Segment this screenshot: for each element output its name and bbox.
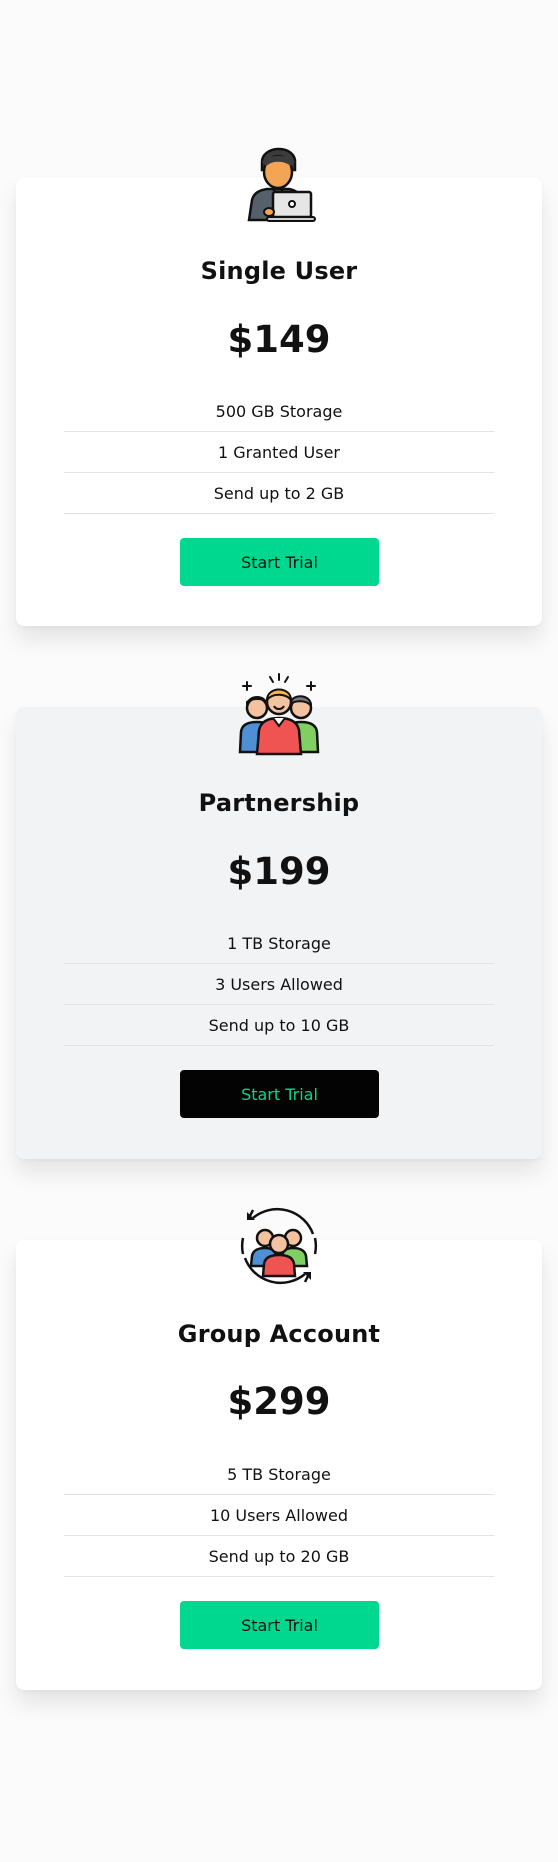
- plan-price: $149: [227, 318, 331, 361]
- feature-list: 500 GB Storage 1 Granted User Send up to…: [64, 391, 494, 514]
- plan-price: $299: [227, 1380, 331, 1423]
- group-cycle-icon: [237, 1204, 321, 1288]
- feature-item: 500 GB Storage: [64, 391, 494, 432]
- feature-item: 1 Granted User: [64, 432, 494, 473]
- feature-list: 1 TB Storage 3 Users Allowed Send up to …: [64, 923, 494, 1046]
- start-trial-button[interactable]: Start Trial: [180, 538, 379, 586]
- feature-item: 5 TB Storage: [64, 1454, 494, 1495]
- feature-item: 10 Users Allowed: [64, 1495, 494, 1536]
- feature-list: 5 TB Storage 10 Users Allowed Send up to…: [64, 1454, 494, 1577]
- plan-title: Partnership: [198, 789, 360, 817]
- plan-title: Single User: [200, 257, 358, 285]
- feature-item: 1 TB Storage: [64, 923, 494, 964]
- feature-item: Send up to 10 GB: [64, 1005, 494, 1046]
- start-trial-button[interactable]: Start Trial: [180, 1601, 379, 1649]
- feature-item: Send up to 2 GB: [64, 473, 494, 514]
- team-celebrate-icon: [237, 672, 321, 756]
- plan-title: Group Account: [177, 1320, 381, 1348]
- pricing-page: Single User $149 500 GB Storage 1 Grante…: [0, 0, 558, 1862]
- feature-item: Send up to 20 GB: [64, 1536, 494, 1577]
- start-trial-button[interactable]: Start Trial: [180, 1070, 379, 1118]
- plan-price: $199: [227, 850, 331, 893]
- user-laptop-icon: [237, 140, 321, 224]
- feature-item: 3 Users Allowed: [64, 964, 494, 1005]
